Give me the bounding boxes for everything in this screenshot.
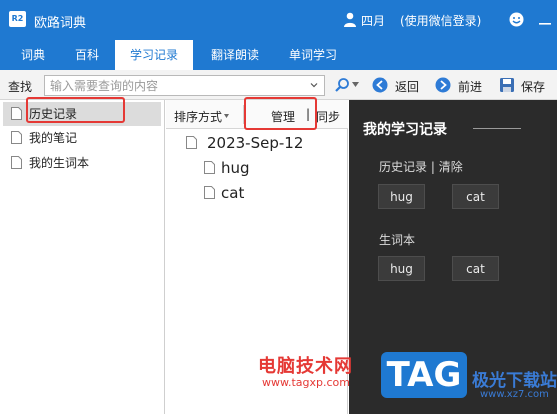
search-input[interactable] <box>44 75 325 96</box>
app-icon: R2 <box>9 11 26 27</box>
watermark-url: www.tagxp.com <box>262 376 350 389</box>
vocab-word-chip[interactable]: hug <box>378 256 425 281</box>
tab-dictionary[interactable]: 词典 <box>8 40 58 70</box>
tree-item-label: hug <box>221 159 250 177</box>
minimize-icon[interactable] <box>538 12 552 26</box>
sidebar-item-notes[interactable]: 我的笔记 <box>3 126 161 150</box>
tab-encyclopedia[interactable]: 百科 <box>62 40 112 70</box>
magnify-icon[interactable] <box>334 77 350 93</box>
sync-button[interactable]: 同步 <box>316 108 340 125</box>
save-button[interactable]: 保存 <box>521 78 545 95</box>
history-section-header: 历史记录 | 清除 <box>379 158 463 175</box>
tree-item-label: cat <box>221 184 245 202</box>
title-divider <box>473 128 521 129</box>
separator-text: | <box>430 160 435 174</box>
user-icon[interactable] <box>343 12 357 27</box>
sidebar-item-label: 我的生词本 <box>29 156 90 170</box>
login-hint[interactable]: (使用微信登录) <box>400 12 481 29</box>
back-button[interactable]: 返回 <box>395 78 419 95</box>
watermark-site-name: 极光下载站 <box>472 371 557 391</box>
vocab-word-chip[interactable]: cat <box>452 256 499 281</box>
tree-item-label: 2023-Sep-12 <box>207 134 304 152</box>
tab-translate[interactable]: 翻译朗读 <box>198 40 272 70</box>
back-icon[interactable] <box>372 77 388 93</box>
watermark-text: 电脑技术网 <box>258 356 353 377</box>
highlight-box <box>244 97 317 130</box>
caret-down-icon[interactable] <box>352 82 359 88</box>
watermark-site-url: www.xz7.com <box>480 389 549 400</box>
document-icon <box>204 161 215 174</box>
title-bar: R2 欧路词典 四月 (使用微信登录) <box>0 0 557 40</box>
user-name[interactable]: 四月 <box>361 12 385 29</box>
forward-icon[interactable] <box>435 77 451 93</box>
vocab-section-header: 生词本 <box>379 233 416 247</box>
sidebar-item-label: 我的笔记 <box>29 131 78 145</box>
tab-word-study[interactable]: 单词学习 <box>276 40 350 70</box>
tab-bar: 词典 百科 学习记录 翻译朗读 单词学习 <box>0 40 557 70</box>
history-word-chip[interactable]: hug <box>378 184 425 209</box>
app-title: 欧路词典 <box>34 16 87 31</box>
panel-title: 我的学习记录 <box>363 122 447 138</box>
document-icon <box>11 107 22 120</box>
history-link[interactable]: 历史记录 <box>379 160 427 174</box>
watermark-logo: TAG <box>381 352 467 398</box>
sort-button[interactable]: 排序方式 <box>174 108 222 125</box>
highlight-box <box>26 97 125 123</box>
forward-button[interactable]: 前进 <box>458 78 482 95</box>
document-icon <box>11 156 22 169</box>
smile-icon[interactable] <box>509 12 524 27</box>
tab-study-records[interactable]: 学习记录 <box>115 40 193 70</box>
document-icon <box>11 131 22 144</box>
chevron-down-icon[interactable] <box>309 80 319 90</box>
document-icon <box>186 136 197 149</box>
search-label: 查找 <box>8 80 33 94</box>
caret-down-icon[interactable] <box>224 114 229 118</box>
toolbar: 查找 返回 前进 保存 <box>0 70 557 100</box>
document-icon <box>204 186 215 199</box>
sidebar: 历史记录 我的笔记 我的生词本 <box>0 100 165 414</box>
sidebar-item-vocab-book[interactable]: 我的生词本 <box>3 151 161 175</box>
clear-history-button[interactable]: 清除 <box>439 160 463 174</box>
history-word-chip[interactable]: cat <box>452 184 499 209</box>
save-icon[interactable] <box>499 77 515 93</box>
